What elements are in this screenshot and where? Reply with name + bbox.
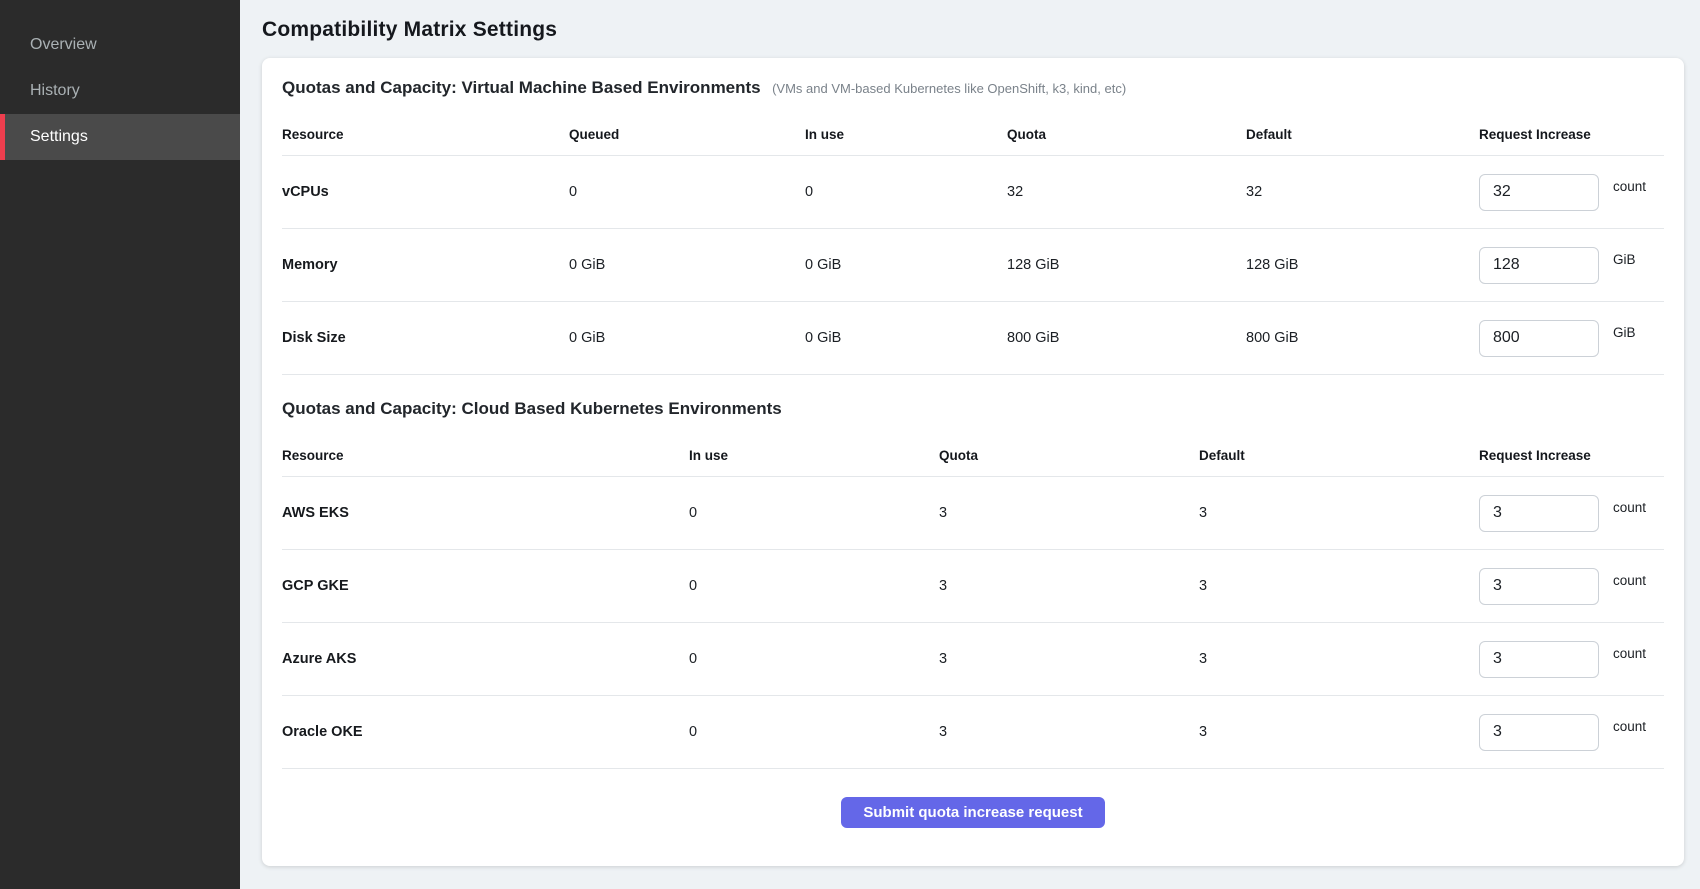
sidebar: Overview History Settings (0, 0, 240, 889)
settings-card: Quotas and Capacity: Virtual Machine Bas… (262, 58, 1684, 866)
column-header-request-increase: Request Increase (1479, 127, 1664, 142)
main-content: Compatibility Matrix Settings Quotas and… (240, 0, 1700, 889)
resource-label: Oracle OKE (282, 724, 689, 740)
disk-size-request-input[interactable] (1479, 320, 1599, 357)
vm-table-header: Resource Queued In use Quota Default Req… (282, 114, 1664, 156)
request-increase-cell: count (1479, 641, 1664, 678)
quota-value: 3 (939, 578, 1199, 594)
sidebar-item-history[interactable]: History (0, 68, 240, 114)
default-value: 3 (1199, 651, 1479, 667)
unit-label: count (1613, 719, 1646, 734)
request-increase-cell: count (1479, 568, 1664, 605)
table-row-aws-eks: AWS EKS 0 3 3 count (282, 477, 1664, 550)
request-increase-cell: count (1479, 174, 1664, 211)
default-value: 3 (1199, 578, 1479, 594)
unit-label: count (1613, 500, 1646, 515)
quota-value: 3 (939, 505, 1199, 521)
k8s-section-title: Quotas and Capacity: Cloud Based Kuberne… (282, 399, 782, 418)
unit-label: count (1613, 646, 1646, 661)
column-header-quota: Quota (1007, 127, 1246, 142)
resource-label: Azure AKS (282, 651, 689, 667)
quota-value: 800 GiB (1007, 330, 1246, 346)
column-header-queued: Queued (569, 127, 805, 142)
column-header-request-increase: Request Increase (1479, 448, 1664, 463)
vm-section-subtitle: (VMs and VM-based Kubernetes like OpenSh… (772, 81, 1126, 96)
page-title: Compatibility Matrix Settings (262, 18, 1684, 42)
resource-label: Memory (282, 257, 569, 273)
unit-label: count (1613, 573, 1646, 588)
in-use-value: 0 GiB (805, 330, 1007, 346)
unit-label: count (1613, 179, 1646, 194)
table-row-gcp-gke: GCP GKE 0 3 3 count (282, 550, 1664, 623)
column-header-default: Default (1199, 448, 1479, 463)
sidebar-item-overview[interactable]: Overview (0, 22, 240, 68)
vcpus-request-input[interactable] (1479, 174, 1599, 211)
resource-label: GCP GKE (282, 578, 689, 594)
column-header-resource: Resource (282, 448, 689, 463)
sidebar-item-label: Overview (30, 36, 97, 54)
in-use-value: 0 (689, 578, 939, 594)
table-row-oracle-oke: Oracle OKE 0 3 3 count (282, 696, 1664, 769)
request-increase-cell: count (1479, 495, 1664, 532)
quota-value: 3 (939, 724, 1199, 740)
quota-value: 32 (1007, 184, 1246, 200)
azure-aks-request-input[interactable] (1479, 641, 1599, 678)
vm-section: Quotas and Capacity: Virtual Machine Bas… (282, 78, 1664, 375)
in-use-value: 0 (689, 651, 939, 667)
queued-value: 0 (569, 184, 805, 200)
queued-value: 0 GiB (569, 257, 805, 273)
submit-row: Submit quota increase request (282, 797, 1664, 828)
request-increase-cell: count (1479, 714, 1664, 751)
column-header-default: Default (1246, 127, 1479, 142)
column-header-resource: Resource (282, 127, 569, 142)
default-value: 800 GiB (1246, 330, 1479, 346)
table-row-disk-size: Disk Size 0 GiB 0 GiB 800 GiB 800 GiB Gi… (282, 302, 1664, 375)
k8s-section: Quotas and Capacity: Cloud Based Kuberne… (282, 399, 1664, 769)
default-value: 32 (1246, 184, 1479, 200)
request-increase-cell: GiB (1479, 247, 1664, 284)
default-value: 128 GiB (1246, 257, 1479, 273)
quota-value: 128 GiB (1007, 257, 1246, 273)
in-use-value: 0 (689, 724, 939, 740)
submit-quota-increase-button[interactable]: Submit quota increase request (841, 797, 1104, 828)
in-use-value: 0 (689, 505, 939, 521)
vm-section-header: Quotas and Capacity: Virtual Machine Bas… (282, 78, 1664, 98)
gcp-gke-request-input[interactable] (1479, 568, 1599, 605)
resource-label: vCPUs (282, 184, 569, 200)
sidebar-item-settings[interactable]: Settings (0, 114, 240, 160)
table-row-azure-aks: Azure AKS 0 3 3 count (282, 623, 1664, 696)
sidebar-item-label: History (30, 82, 80, 100)
aws-eks-request-input[interactable] (1479, 495, 1599, 532)
table-row-memory: Memory 0 GiB 0 GiB 128 GiB 128 GiB GiB (282, 229, 1664, 302)
column-header-in-use: In use (689, 448, 939, 463)
in-use-value: 0 (805, 184, 1007, 200)
request-increase-cell: GiB (1479, 320, 1664, 357)
default-value: 3 (1199, 505, 1479, 521)
memory-request-input[interactable] (1479, 247, 1599, 284)
table-row-vcpus: vCPUs 0 0 32 32 count (282, 156, 1664, 229)
sidebar-item-label: Settings (30, 128, 88, 146)
unit-label: GiB (1613, 325, 1636, 340)
queued-value: 0 GiB (569, 330, 805, 346)
column-header-quota: Quota (939, 448, 1199, 463)
resource-label: AWS EKS (282, 505, 689, 521)
resource-label: Disk Size (282, 330, 569, 346)
oracle-oke-request-input[interactable] (1479, 714, 1599, 751)
quota-value: 3 (939, 651, 1199, 667)
default-value: 3 (1199, 724, 1479, 740)
unit-label: GiB (1613, 252, 1636, 267)
in-use-value: 0 GiB (805, 257, 1007, 273)
k8s-table-header: Resource In use Quota Default Request In… (282, 435, 1664, 477)
column-header-in-use: In use (805, 127, 1007, 142)
k8s-section-header: Quotas and Capacity: Cloud Based Kuberne… (282, 399, 1664, 419)
vm-section-title: Quotas and Capacity: Virtual Machine Bas… (282, 78, 761, 97)
